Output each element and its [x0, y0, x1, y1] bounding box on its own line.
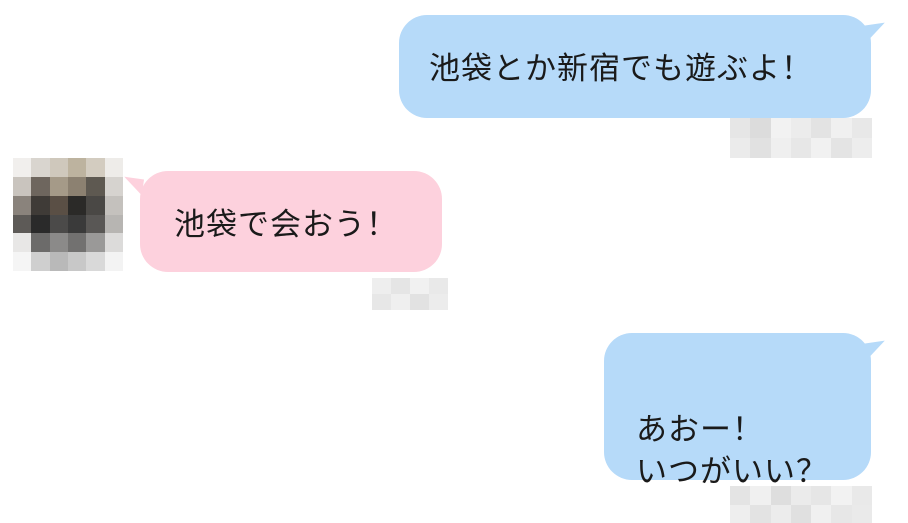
mosaic-pixel: [851, 118, 872, 138]
mosaic-pixel: [770, 486, 791, 505]
mosaic-pixel: [13, 176, 32, 196]
mosaic-pixel: [68, 233, 87, 253]
mosaic-pixel: [831, 118, 852, 138]
mosaic-pixel: [831, 504, 852, 523]
mosaic-pixel: [410, 294, 429, 310]
mosaic-pixel: [811, 504, 832, 523]
mosaic-pixel: [31, 252, 50, 271]
mosaic-pixel: [372, 278, 391, 294]
sent-message-bubble[interactable]: あおー！ いつがいい？: [604, 333, 871, 490]
mosaic-pixel: [49, 176, 68, 196]
mosaic-pixel: [31, 233, 50, 253]
mosaic-pixel: [429, 278, 448, 294]
mosaic-pixel: [31, 195, 50, 215]
mosaic-pixel: [811, 138, 832, 158]
message-text: 池袋とか新宿でも遊ぶよ！: [429, 51, 813, 87]
mosaic-pixel: [13, 252, 32, 271]
mosaic-pixel: [13, 195, 32, 215]
mosaic-pixel: [13, 233, 32, 253]
mosaic-pixel: [104, 233, 123, 253]
mosaic-pixel: [730, 118, 751, 138]
mosaic-pixel: [31, 158, 50, 177]
mosaic-pixel: [31, 214, 50, 234]
mosaic-pixel: [49, 233, 68, 253]
mosaic-pixel: [790, 138, 812, 158]
mosaic-pixel: [391, 294, 410, 310]
mosaic-pixel: [13, 214, 32, 234]
mosaic-pixel: [86, 214, 105, 234]
message-meta-pixelated: [730, 118, 872, 158]
mosaic-pixel: [13, 158, 32, 177]
message-text: あおー！ いつがいい？: [636, 412, 828, 490]
mosaic-pixel: [410, 278, 429, 294]
mosaic-pixel: [104, 195, 123, 215]
mosaic-pixel: [68, 176, 87, 196]
mosaic-pixel: [811, 486, 832, 505]
mosaic-pixel: [770, 118, 791, 138]
message-meta-pixelated: [372, 278, 448, 310]
mosaic-pixel: [49, 252, 68, 271]
mosaic-pixel: [851, 138, 872, 158]
mosaic-pixel: [851, 504, 872, 523]
received-message-bubble[interactable]: 池袋で会おう！: [140, 171, 442, 272]
mosaic-pixel: [104, 158, 123, 177]
mosaic-pixel: [104, 252, 123, 271]
mosaic-pixel: [750, 486, 771, 505]
mosaic-pixel: [86, 252, 105, 271]
mosaic-pixel: [68, 214, 87, 234]
mosaic-pixel: [104, 214, 123, 234]
mosaic-pixel: [811, 118, 832, 138]
sent-message-bubble[interactable]: 池袋とか新宿でも遊ぶよ！: [399, 15, 871, 118]
mosaic-pixel: [372, 294, 391, 310]
mosaic-pixel: [831, 138, 852, 158]
mosaic-pixel: [730, 486, 751, 505]
mosaic-pixel: [49, 195, 68, 215]
chat-thread: 池袋とか新宿でも遊ぶよ！ 池袋で会おう！ あおー！ いつがいい？: [0, 0, 908, 523]
mosaic-pixel: [429, 294, 448, 310]
message-meta-pixelated: [730, 486, 872, 523]
mosaic-pixel: [730, 138, 751, 158]
mosaic-pixel: [68, 195, 87, 215]
mosaic-pixel: [851, 486, 872, 505]
mosaic-pixel: [730, 504, 751, 523]
mosaic-pixel: [770, 504, 791, 523]
mosaic-pixel: [86, 158, 105, 177]
mosaic-pixel: [770, 138, 791, 158]
mosaic-pixel: [31, 176, 50, 196]
mosaic-pixel: [391, 278, 410, 294]
mosaic-pixel: [104, 176, 123, 196]
mosaic-pixel: [790, 486, 812, 505]
mosaic-pixel: [790, 118, 812, 138]
mosaic-pixel: [49, 214, 68, 234]
message-text: 池袋で会おう！: [174, 207, 398, 243]
mosaic-pixel: [86, 176, 105, 196]
mosaic-pixel: [750, 138, 771, 158]
mosaic-pixel: [831, 486, 852, 505]
mosaic-pixel: [68, 252, 87, 271]
mosaic-pixel: [86, 233, 105, 253]
mosaic-pixel: [86, 195, 105, 215]
mosaic-pixel: [68, 158, 87, 177]
mosaic-pixel: [790, 504, 812, 523]
mosaic-pixel: [750, 118, 771, 138]
contact-avatar[interactable]: [13, 158, 123, 271]
mosaic-pixel: [750, 504, 771, 523]
mosaic-pixel: [49, 158, 68, 177]
